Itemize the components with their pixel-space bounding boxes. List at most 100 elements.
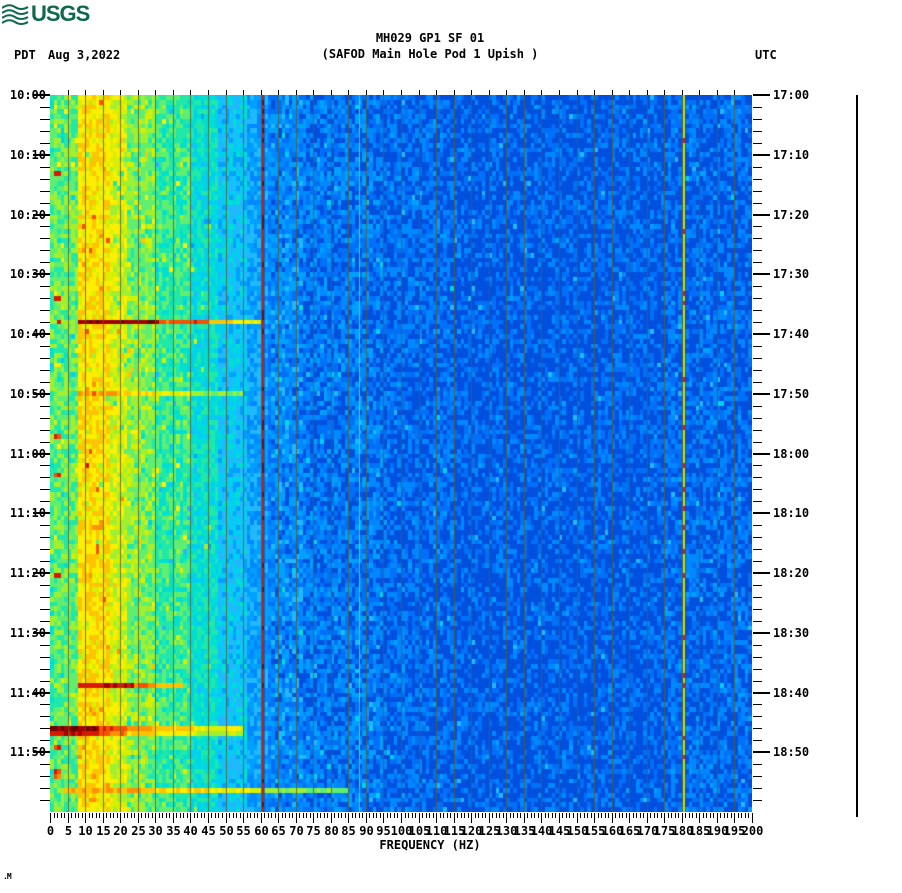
x-axis-minor-tick bbox=[169, 813, 170, 818]
axes-layer: 10:00 10:10 10:20 10:30 10:40 10:50 11:00 11:10… bbox=[0, 0, 902, 893]
left-axis-minor-tick bbox=[40, 800, 50, 801]
right-axis-tick-label: 18:50 bbox=[773, 745, 810, 759]
right-axis-minor-tick bbox=[753, 382, 762, 383]
x-axis-minor-tick bbox=[299, 813, 300, 818]
plot-top-tick bbox=[208, 90, 209, 95]
left-axis-minor-tick bbox=[40, 262, 50, 263]
x-axis-minor-tick bbox=[531, 813, 532, 818]
plot-top-tick bbox=[68, 90, 69, 95]
x-axis-major-tick bbox=[208, 813, 209, 823]
x-axis-minor-tick bbox=[64, 813, 65, 818]
right-axis-minor-tick bbox=[753, 250, 762, 251]
right-axis-major-tick bbox=[753, 512, 770, 514]
left-axis-minor-tick bbox=[40, 430, 50, 431]
left-axis-minor-tick bbox=[40, 788, 50, 789]
right-axis-minor-tick bbox=[753, 621, 762, 622]
x-axis-minor-tick bbox=[218, 813, 219, 818]
x-axis-minor-tick bbox=[285, 813, 286, 818]
x-axis-minor-tick bbox=[478, 813, 479, 818]
x-axis-minor-tick bbox=[661, 813, 662, 818]
plot-top-tick bbox=[734, 90, 735, 95]
right-axis-minor-tick bbox=[753, 298, 762, 299]
x-axis-minor-tick bbox=[426, 813, 427, 818]
x-axis-minor-tick bbox=[738, 813, 739, 818]
left-axis-minor-tick bbox=[40, 704, 50, 705]
x-axis-minor-tick bbox=[204, 813, 205, 818]
plot-top-tick bbox=[577, 90, 578, 95]
x-axis-minor-tick bbox=[362, 813, 363, 818]
left-axis-tick-label: 10:50 bbox=[9, 387, 46, 401]
x-axis-minor-tick bbox=[657, 813, 658, 818]
right-axis-minor-tick bbox=[753, 740, 762, 741]
x-axis-minor-tick bbox=[482, 813, 483, 818]
right-axis-minor-tick bbox=[753, 561, 762, 562]
x-axis-minor-tick bbox=[166, 813, 167, 818]
x-axis-minor-tick bbox=[306, 813, 307, 818]
x-axis-major-tick bbox=[717, 813, 718, 823]
right-axis-minor-tick bbox=[753, 645, 762, 646]
left-axis-minor-tick bbox=[40, 776, 50, 777]
x-axis-minor-tick bbox=[183, 813, 184, 818]
right-axis-major-tick bbox=[753, 572, 770, 574]
right-axis-minor-tick bbox=[753, 406, 762, 407]
right-axis-major-tick bbox=[753, 393, 770, 395]
right-axis-minor-tick bbox=[753, 430, 762, 431]
x-axis-minor-tick bbox=[485, 813, 486, 818]
right-axis-tick-label: 17:40 bbox=[773, 327, 810, 341]
plot-top-tick bbox=[717, 90, 718, 95]
right-axis-minor-tick bbox=[753, 119, 762, 120]
x-axis-major-tick bbox=[752, 813, 753, 823]
right-axis-tick-label: 17:30 bbox=[773, 267, 810, 281]
left-axis-minor-tick bbox=[40, 143, 50, 144]
x-axis-minor-tick bbox=[569, 813, 570, 818]
right-axis-major-tick bbox=[753, 154, 770, 156]
right-axis-minor-tick bbox=[753, 465, 762, 466]
left-axis-minor-tick bbox=[40, 418, 50, 419]
x-axis-minor-tick bbox=[608, 813, 609, 818]
x-axis-minor-tick bbox=[376, 813, 377, 818]
x-axis-minor-tick bbox=[264, 813, 265, 818]
x-axis-minor-tick bbox=[215, 813, 216, 818]
x-axis-minor-tick bbox=[289, 813, 290, 818]
x-axis-major-tick bbox=[383, 813, 384, 823]
plot-top-tick bbox=[506, 90, 507, 95]
x-axis-minor-tick bbox=[320, 813, 321, 818]
x-axis-minor-tick bbox=[96, 813, 97, 818]
x-axis-minor-tick bbox=[408, 813, 409, 818]
left-axis-minor-tick bbox=[40, 764, 50, 765]
right-axis-minor-tick bbox=[753, 537, 762, 538]
plot-top-tick bbox=[348, 90, 349, 95]
x-axis-major-tick bbox=[454, 813, 455, 823]
left-axis-minor-tick bbox=[40, 477, 50, 478]
right-axis-major-tick bbox=[753, 273, 770, 275]
x-axis-minor-tick bbox=[745, 813, 746, 818]
plot-top-tick bbox=[401, 90, 402, 95]
x-axis-minor-tick bbox=[268, 813, 269, 818]
x-axis-minor-tick bbox=[380, 813, 381, 818]
right-axis-minor-tick bbox=[753, 322, 762, 323]
left-axis-minor-tick bbox=[40, 203, 50, 204]
x-axis-minor-tick bbox=[89, 813, 90, 818]
x-axis-minor-tick bbox=[724, 813, 725, 818]
left-axis-tick-label: 10:40 bbox=[9, 327, 46, 341]
right-axis-minor-tick bbox=[753, 238, 762, 239]
left-axis-minor-tick bbox=[40, 609, 50, 610]
x-axis-minor-tick bbox=[110, 813, 111, 818]
x-axis-minor-tick bbox=[548, 813, 549, 818]
right-axis-tick-label: 17:20 bbox=[773, 208, 810, 222]
x-axis-minor-tick bbox=[75, 813, 76, 818]
x-axis-minor-tick bbox=[605, 813, 606, 818]
x-axis-minor-tick bbox=[689, 813, 690, 818]
x-axis-minor-tick bbox=[117, 813, 118, 818]
right-axis-major-tick bbox=[753, 94, 770, 96]
x-axis-minor-tick bbox=[194, 813, 195, 818]
x-axis-major-tick bbox=[524, 813, 525, 823]
x-axis-minor-tick bbox=[240, 813, 241, 818]
left-axis-tick-label: 11:20 bbox=[9, 566, 46, 580]
plot-top-tick bbox=[647, 90, 648, 95]
left-axis-tick-label: 10:10 bbox=[9, 148, 46, 162]
right-axis-minor-tick bbox=[753, 585, 762, 586]
x-axis-minor-tick bbox=[141, 813, 142, 818]
right-axis-minor-tick bbox=[753, 728, 762, 729]
right-axis-minor-tick bbox=[753, 179, 762, 180]
